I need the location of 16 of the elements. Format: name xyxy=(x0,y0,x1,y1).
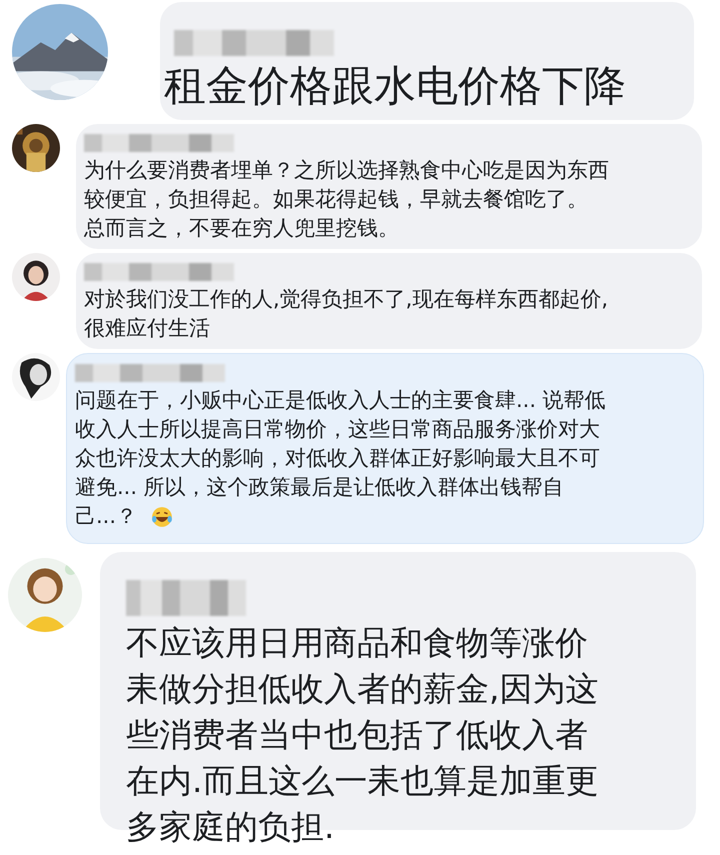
comment-text-line: 租金价格跟水电价格下降 xyxy=(164,60,626,112)
comment-text-line: 多家庭的负担. xyxy=(126,806,334,848)
comment-text-line: 很难应付生活 xyxy=(84,315,210,342)
comment-text-line: 总而言之，不要在穷人兜里挖钱。 xyxy=(84,215,399,242)
comment-text-line: 较便宜，负担得起。如果花得起钱，早就去餐馆吃了。 xyxy=(84,186,588,213)
comment-text-line: 己...？ xyxy=(75,503,138,530)
comment-text-line: 问题在于，小贩中心正是低收入人士的主要食肆... 说帮低 xyxy=(75,387,606,414)
comment-text-line: 收入人士所以提高日常物价，这些日常商品服务涨价对大 xyxy=(75,416,600,443)
comment-text-line: 避免... 所以，这个政策最后是让低收入群体出钱帮自 xyxy=(75,474,564,501)
comment-text-line: 在内.而且这么一耒也算是加重更 xyxy=(126,760,598,802)
comment-text-line: 些消费者当中也包括了低收入者 xyxy=(126,714,588,756)
comment-text-line: 不应该用日用商品和食物等涨价 xyxy=(126,622,588,664)
comment-text-line: 对於我们没工作的人,觉得负担不了,现在每样东西都起价, xyxy=(84,286,608,313)
comment-text-line: 众也许没太大的影响，对低收入群体正好影响最大且不可 xyxy=(75,445,600,472)
comment-text-line: 为什么要消费者埋单？之所以选择熟食中心吃是因为东西 xyxy=(84,157,609,184)
comment-text-line: 耒做分担低收入者的薪金,因为这 xyxy=(126,668,598,710)
